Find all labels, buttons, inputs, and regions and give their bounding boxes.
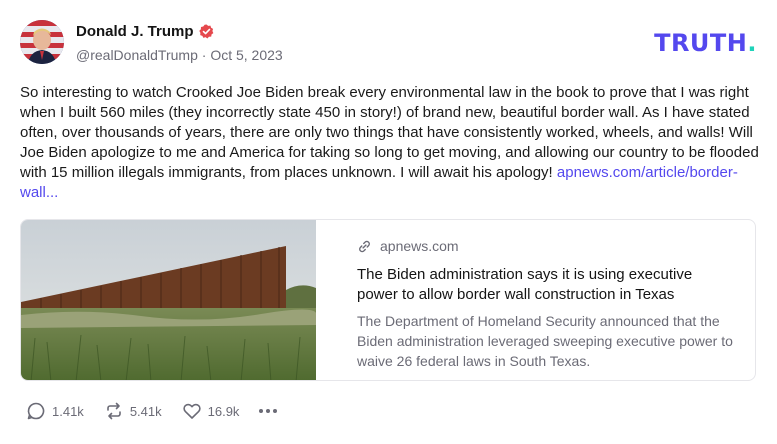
reply-count: 1.41k [52, 403, 84, 419]
truth-logo-dot: . [747, 29, 757, 57]
card-body: apnews.com The Biden administration says… [316, 220, 755, 380]
truth-logo: TRUTH. [654, 29, 757, 57]
post-body: So interesting to watch Crooked Joe Bide… [20, 83, 760, 203]
author-meta: @realDonaldTrump · Oct 5, 2023 [76, 47, 283, 63]
avatar-image [20, 20, 64, 64]
like-count: 16.9k [207, 403, 240, 419]
meta-separator: · [201, 47, 207, 63]
more-options-icon[interactable] [259, 409, 278, 413]
retruth-count: 5.41k [129, 403, 162, 419]
author-handle[interactable]: @realDonaldTrump [76, 47, 198, 63]
link-icon [359, 240, 370, 252]
card-title: The Biden administration says it is usin… [357, 266, 693, 303]
reply-icon [27, 402, 45, 420]
reply-button[interactable]: 1.41k [26, 401, 84, 421]
truth-post: Donald J. Trump @realDonaldTrump · Oct 5… [0, 0, 777, 444]
avatar[interactable] [20, 20, 64, 64]
retruth-icon [107, 402, 121, 420]
heart-icon [182, 403, 201, 419]
link-preview-card[interactable]: apnews.com The Biden administration says… [20, 219, 756, 381]
card-domain: apnews.com [380, 238, 459, 254]
card-domain-row: apnews.com [357, 238, 733, 254]
like-button[interactable]: 16.9k [182, 401, 240, 421]
verified-badge-icon [198, 24, 214, 39]
retruth-button[interactable]: 5.41k [104, 401, 162, 421]
post-date[interactable]: Oct 5, 2023 [210, 47, 282, 63]
author-name-row: Donald J. Trump [76, 23, 214, 40]
post-actions: 1.41k 5.41k 16.9k [26, 401, 278, 421]
truth-logo-text: TRUTH [654, 29, 748, 57]
author-display-name[interactable]: Donald J. Trump [76, 23, 194, 40]
card-description: The Department of Homeland Security anno… [357, 313, 733, 369]
card-image [21, 220, 316, 380]
